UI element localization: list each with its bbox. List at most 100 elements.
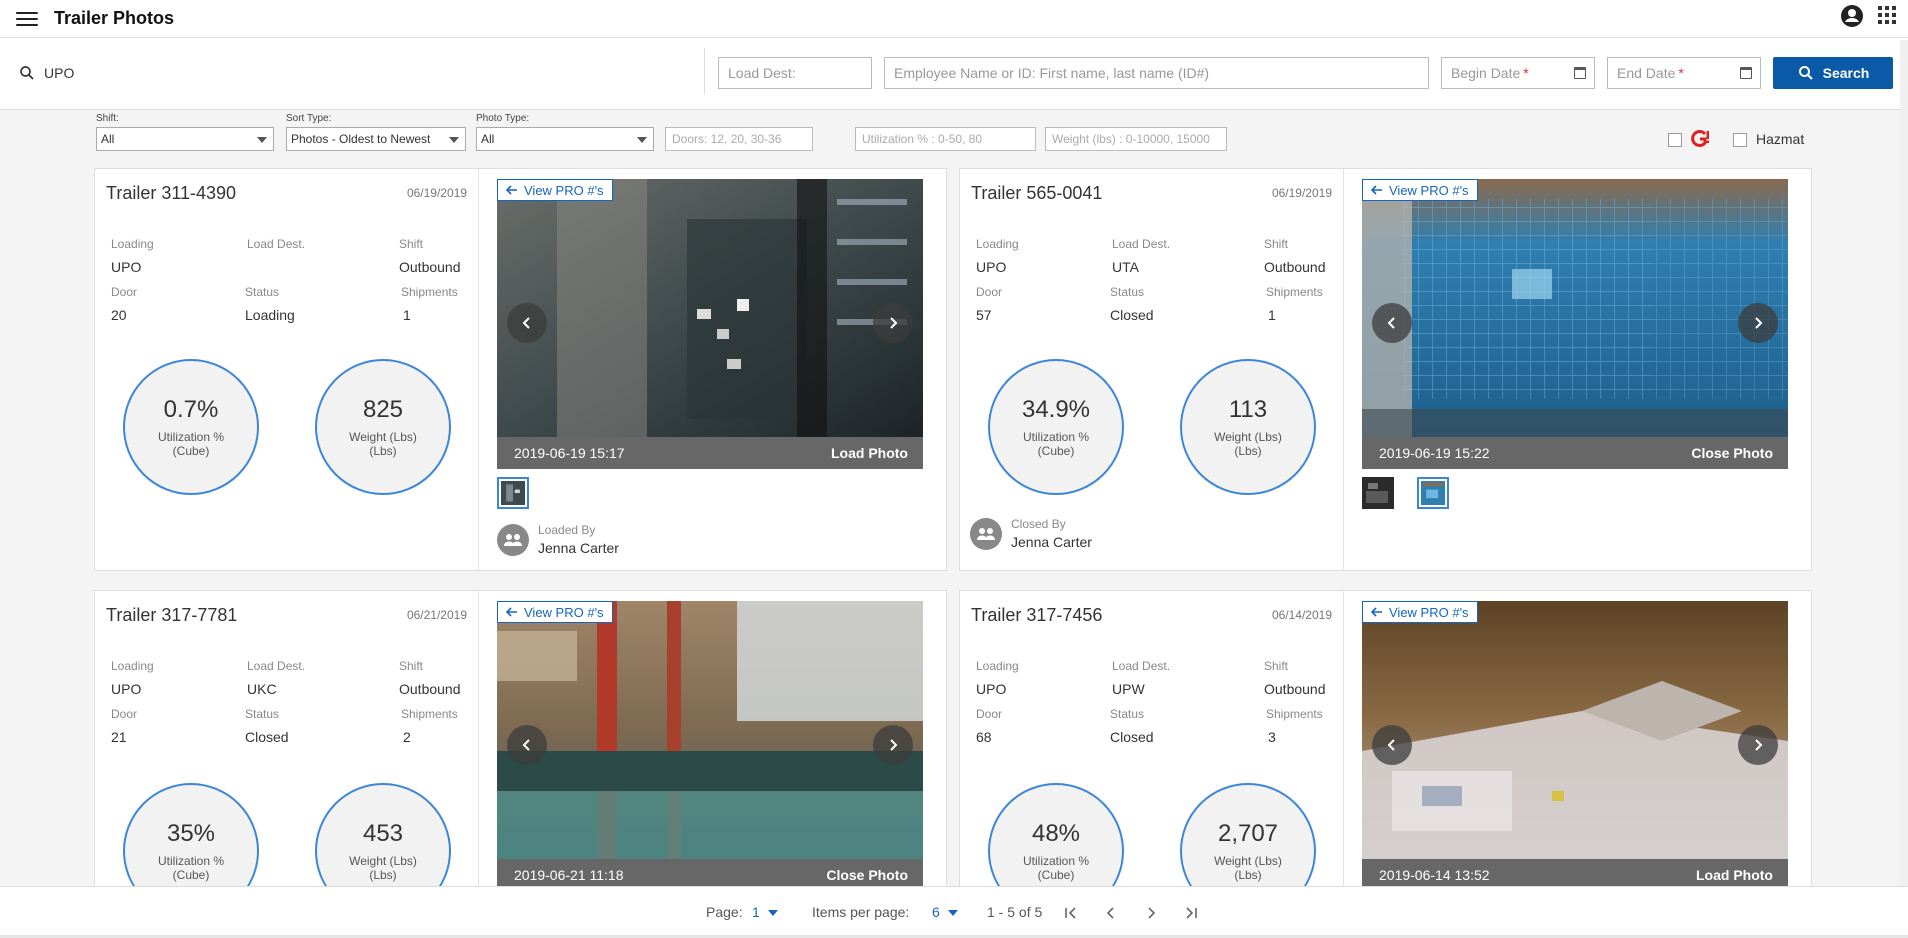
view-pro-button[interactable]: View PRO #'s [497,601,613,623]
calendar-icon[interactable] [1740,67,1752,79]
next-photo-button[interactable] [1738,725,1778,765]
chevron-right-icon [1755,317,1763,329]
shift-filter-label: Shift: [96,113,119,124]
door-label: Door [976,285,1003,299]
hazmat-label: Hazmat [1756,131,1805,147]
chevron-right-icon [1755,739,1763,751]
weight-filter-input[interactable]: Weight (lbs) : 0-10000, 15000 [1045,127,1227,151]
sort-select-value: Photos - Oldest to Newest [291,132,431,146]
previous-photo-button[interactable] [1372,303,1412,343]
trailer-card: Trailer 317-7781 06/21/2019 Loading Load… [94,590,947,890]
photo-type: Close Photo [826,867,908,883]
begin-date-input[interactable]: Begin Date * [1441,57,1595,89]
door-label: Door [111,285,138,299]
last-page-icon[interactable] [1182,904,1200,922]
load-dest-input[interactable]: Load Dest: [718,57,872,89]
g-filter-checkbox[interactable] [1668,133,1682,147]
trailer-photo[interactable] [1362,179,1788,437]
arrow-left-icon [1371,607,1382,617]
closed-by-name: Jenna Carter [1011,534,1092,550]
photo-type: Load Photo [1696,867,1773,883]
account-icon[interactable] [1840,4,1864,28]
lbs-label: (Lbs) [1234,444,1262,458]
end-date-input[interactable]: End Date * [1607,57,1761,89]
employee-input[interactable]: Employee Name or ID: First name, last na… [884,57,1429,89]
page-select[interactable]: 1 [752,904,778,920]
weight-gauge: 113 Weight (Lbs) (Lbs) [1180,359,1316,495]
weight-value: 453 [362,820,404,847]
loading-value: UPO [976,681,1007,697]
utilization-filter-input[interactable]: Utilization % : 0-50, 80 [855,127,1036,151]
photo-type: Load Photo [831,445,908,461]
door-label: Door [111,707,138,721]
photo-carousel[interactable]: View PRO #'s 2019-06-21 11:18 Close Phot… [497,601,923,889]
shift-select[interactable]: All [96,127,274,151]
trailer-title: Trailer 311-4390 [106,183,237,203]
required-mark: * [1678,65,1684,81]
photo-type-select[interactable]: All [476,127,654,151]
divider [704,48,705,94]
utilization-label: Utilization % [157,854,225,868]
photo-thumbnail[interactable] [497,477,529,509]
begin-date-placeholder: Begin Date [1451,65,1521,81]
utilization-value: 34.9% [1021,396,1091,423]
search-term[interactable]: UPO [18,64,74,82]
arrow-left-icon [506,607,517,617]
trailer-photo[interactable] [497,179,923,437]
shift-label: Shift [399,237,424,251]
view-pro-label: View PRO #'s [524,604,604,620]
photo-carousel[interactable]: View PRO #'s 2019-06-14 13:52 Load Photo [1362,601,1788,889]
load-dest-label: Load Dest. [1112,659,1171,673]
trailer-photo[interactable] [1362,601,1788,859]
arrow-left-icon [506,185,517,195]
next-photo-button[interactable] [873,725,913,765]
chevron-down-icon [947,910,958,917]
photo-carousel[interactable]: View PRO #'s 2019-06-19 15:22 Close Phot… [1362,179,1788,469]
shift-label: Shift [1264,659,1289,673]
items-per-page-select[interactable]: 6 [932,904,958,920]
page-select-value: 1 [752,904,760,920]
sort-type-select[interactable]: Photos - Oldest to Newest [286,127,466,151]
calendar-icon[interactable] [1574,67,1586,79]
items-per-page-label: Items per page: [812,904,910,920]
first-page-icon[interactable] [1062,904,1080,922]
previous-photo-button[interactable] [507,725,547,765]
apps-grid-icon[interactable] [1878,6,1896,24]
hazmat-checkbox[interactable] [1733,133,1747,147]
doors-filter-input[interactable]: Doors: 12, 20, 30-36 [665,127,813,151]
trailer-info: Trailer 311-4390 06/19/2019 Loading Load… [95,169,479,570]
status-label: Status [1110,707,1145,721]
closed-by: Closed By Jenna Carter [970,517,1092,550]
loading-label: Loading [976,659,1019,673]
photo-timestamp: 2019-06-19 15:17 [514,445,625,461]
view-pro-button[interactable]: View PRO #'s [1362,601,1478,623]
next-photo-button[interactable] [1738,303,1778,343]
menu-icon[interactable] [16,10,38,28]
photo-thumbnail[interactable] [1362,477,1394,509]
door-value: 21 [111,729,127,745]
trailer-info: Trailer 317-7781 06/21/2019 Loading Load… [95,591,479,889]
scrollbar[interactable] [1900,40,1908,886]
load-dest-value: UKC [247,681,277,697]
search-button[interactable]: Search [1773,57,1893,89]
view-pro-label: View PRO #'s [1389,182,1469,198]
next-page-icon[interactable] [1142,904,1160,922]
trailer-card: Trailer 311-4390 06/19/2019 Loading Load… [94,168,947,571]
weight-value: 825 [362,396,404,423]
view-pro-button[interactable]: View PRO #'s [497,179,613,201]
cube-label: (Cube) [172,444,210,458]
utilization-placeholder: Utilization % : 0-50, 80 [862,132,983,146]
previous-photo-button[interactable] [507,303,547,343]
previous-photo-button[interactable] [1372,725,1412,765]
previous-page-icon[interactable] [1102,904,1120,922]
people-icon [497,523,529,556]
trailer-photo[interactable] [497,601,923,859]
photo-carousel[interactable]: View PRO #'s 2019-06-19 15:17 Load Photo [497,179,923,469]
shift-label: Shift [399,659,424,673]
photo-thumbnail[interactable] [1417,477,1449,509]
view-pro-button[interactable]: View PRO #'s [1362,179,1478,201]
photo-timestamp: 2019-06-14 13:52 [1379,867,1490,883]
people-icon [970,517,1002,550]
next-photo-button[interactable] [873,303,913,343]
utilization-label: Utilization % [1022,854,1090,868]
